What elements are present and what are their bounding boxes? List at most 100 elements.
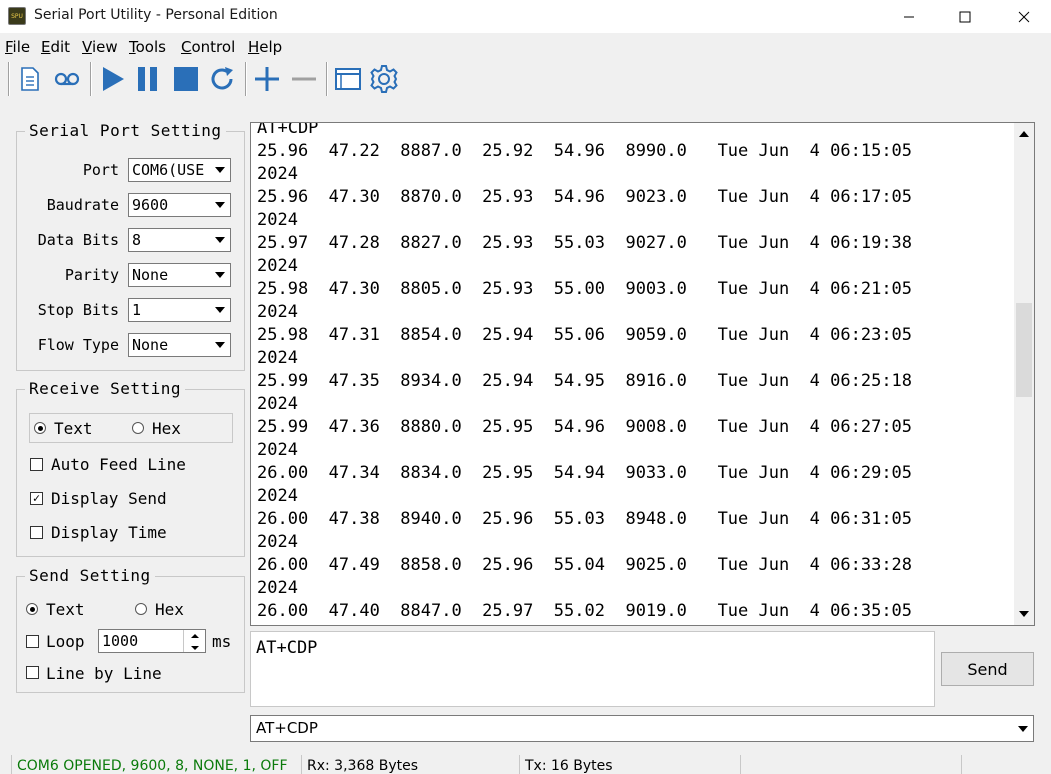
pause-icon bbox=[138, 67, 157, 91]
parity-select[interactable]: None bbox=[128, 263, 231, 287]
receive-hex-radio[interactable] bbox=[132, 422, 144, 434]
display-send-label: Display Send bbox=[51, 489, 167, 508]
receive-line: 2024 bbox=[257, 486, 298, 506]
menu-tools-key: T bbox=[129, 38, 136, 56]
maximize-icon bbox=[959, 11, 971, 22]
auto-feed-line-label: Auto Feed Line bbox=[51, 455, 186, 474]
receive-scrollbar[interactable] bbox=[1014, 123, 1034, 625]
receive-line: 2024 bbox=[257, 532, 298, 552]
serial-port-setting-group: Serial Port Setting Port COM6(USE Baudra… bbox=[16, 121, 245, 371]
receive-line: 26.00 47.49 8858.0 25.96 55.04 9025.0 Tu… bbox=[257, 555, 913, 575]
menu-control[interactable]: Control bbox=[181, 38, 235, 56]
line-by-line-checkbox[interactable] bbox=[26, 666, 39, 679]
port-label: Port bbox=[82, 161, 119, 179]
menu-tools-label: ools bbox=[135, 38, 166, 56]
close-button[interactable] bbox=[1001, 0, 1047, 33]
refresh-icon bbox=[211, 67, 233, 90]
receive-hex-label: Hex bbox=[152, 419, 181, 438]
add-button[interactable] bbox=[251, 63, 283, 95]
settings-button[interactable] bbox=[368, 63, 400, 95]
port-select[interactable]: COM6(USE bbox=[128, 158, 231, 182]
receive-data-area[interactable]: AT+CDP 25.96 47.22 8887.0 25.92 54.96 899… bbox=[250, 122, 1035, 626]
menu-help[interactable]: Help bbox=[248, 38, 282, 56]
scroll-down-icon[interactable] bbox=[1014, 605, 1034, 623]
receive-line: 25.96 47.30 8870.0 25.93 54.96 9023.0 Tu… bbox=[257, 187, 913, 207]
receive-setting-group: Receive Setting Text Hex Auto Feed Line … bbox=[16, 379, 245, 557]
receive-line: 2024 bbox=[257, 302, 298, 322]
receive-line: 25.98 47.30 8805.0 25.93 55.00 9003.0 Tu… bbox=[257, 279, 913, 299]
send-history-value: AT+CDP bbox=[256, 719, 318, 737]
data-bits-label: Data Bits bbox=[37, 231, 119, 249]
receive-setting-title: Receive Setting bbox=[25, 379, 185, 398]
minimize-button[interactable] bbox=[886, 0, 932, 33]
remove-button[interactable] bbox=[288, 63, 320, 95]
menu-file[interactable]: File bbox=[5, 38, 30, 56]
send-hex-label: Hex bbox=[155, 600, 184, 619]
toolbar-separator bbox=[8, 62, 10, 96]
stop-bits-select[interactable]: 1 bbox=[128, 298, 231, 322]
loop-checkbox[interactable] bbox=[26, 635, 39, 648]
send-text-label: Text bbox=[46, 600, 85, 619]
spin-arrows-icon[interactable] bbox=[183, 630, 205, 652]
receive-line: 2024 bbox=[257, 578, 298, 598]
send-button[interactable]: Send bbox=[941, 652, 1034, 686]
send-history-select[interactable]: AT+CDP bbox=[250, 715, 1034, 742]
tx-count: Tx: 16 Bytes bbox=[519, 755, 737, 774]
send-text-radio[interactable] bbox=[26, 603, 38, 615]
status-bar: COM6 OPENED, 9600, 8, NONE, 1, OFF Rx: 3… bbox=[0, 755, 1051, 774]
window-button[interactable] bbox=[332, 63, 364, 95]
port-value: COM6(USE bbox=[132, 161, 205, 179]
loop-interval-value: 1000 bbox=[102, 632, 139, 650]
chevron-down-icon bbox=[209, 159, 230, 181]
auto-feed-line-checkbox[interactable] bbox=[30, 458, 43, 471]
send-text-area[interactable]: AT+CDP bbox=[250, 631, 935, 707]
refresh-button[interactable] bbox=[206, 63, 238, 95]
send-setting-title: Send Setting bbox=[25, 566, 155, 585]
minimize-icon bbox=[904, 16, 914, 17]
flow-type-value: None bbox=[132, 336, 169, 354]
receive-line: AT+CDP bbox=[257, 122, 319, 138]
send-hex-radio[interactable] bbox=[135, 603, 147, 615]
stop-bits-value: 1 bbox=[132, 301, 142, 319]
title-bar: SPU Serial Port Utility - Personal Editi… bbox=[0, 0, 1051, 33]
receive-line: 2024 bbox=[257, 394, 298, 414]
menu-view[interactable]: View bbox=[82, 38, 118, 56]
rx-count: Rx: 3,368 Bytes bbox=[301, 755, 517, 774]
data-bits-select[interactable]: 8 bbox=[128, 228, 231, 252]
flow-type-select[interactable]: None bbox=[128, 333, 231, 357]
checkmark-icon: ✓ bbox=[32, 491, 41, 505]
pause-button[interactable] bbox=[132, 63, 164, 95]
connection-status: COM6 OPENED, 9600, 8, NONE, 1, OFF bbox=[11, 755, 298, 774]
record-button[interactable] bbox=[51, 63, 83, 95]
scroll-up-icon[interactable] bbox=[1014, 125, 1034, 143]
chevron-down-icon bbox=[209, 264, 230, 286]
menu-help-key: H bbox=[248, 38, 260, 56]
display-send-checkbox[interactable]: ✓ bbox=[30, 492, 43, 505]
window-title: Serial Port Utility - Personal Edition bbox=[34, 7, 278, 23]
receive-line: 26.00 47.38 8940.0 25.96 55.03 8948.0 Tu… bbox=[257, 509, 913, 529]
chevron-down-icon bbox=[209, 334, 230, 356]
start-button[interactable] bbox=[96, 63, 128, 95]
receive-text-radio[interactable] bbox=[34, 422, 46, 434]
status-empty-cell bbox=[740, 755, 958, 774]
receive-line: 2024 bbox=[257, 440, 298, 460]
data-bits-value: 8 bbox=[132, 231, 142, 249]
scrollbar-thumb[interactable] bbox=[1016, 303, 1032, 397]
record-icon bbox=[54, 72, 80, 86]
receive-line: 2024 bbox=[257, 256, 298, 276]
document-icon bbox=[21, 67, 39, 91]
menu-tools[interactable]: Tools bbox=[129, 38, 166, 56]
stop-button[interactable] bbox=[170, 63, 202, 95]
receive-data-text: AT+CDP 25.96 47.22 8887.0 25.92 54.96 899… bbox=[257, 122, 1012, 623]
maximize-button[interactable] bbox=[942, 0, 988, 33]
menu-edit[interactable]: Edit bbox=[41, 38, 70, 56]
receive-line: 25.99 47.35 8934.0 25.94 54.95 8916.0 Tu… bbox=[257, 371, 913, 391]
menu-control-label: ontrol bbox=[191, 38, 236, 56]
display-time-checkbox[interactable] bbox=[30, 526, 43, 539]
loop-interval-stepper[interactable]: 1000 bbox=[98, 629, 206, 653]
receive-line: 2024 bbox=[257, 348, 298, 368]
stop-bits-label: Stop Bits bbox=[37, 301, 119, 319]
menu-view-label: iew bbox=[91, 38, 118, 56]
baudrate-select[interactable]: 9600 bbox=[128, 193, 231, 217]
new-document-button[interactable] bbox=[14, 63, 46, 95]
